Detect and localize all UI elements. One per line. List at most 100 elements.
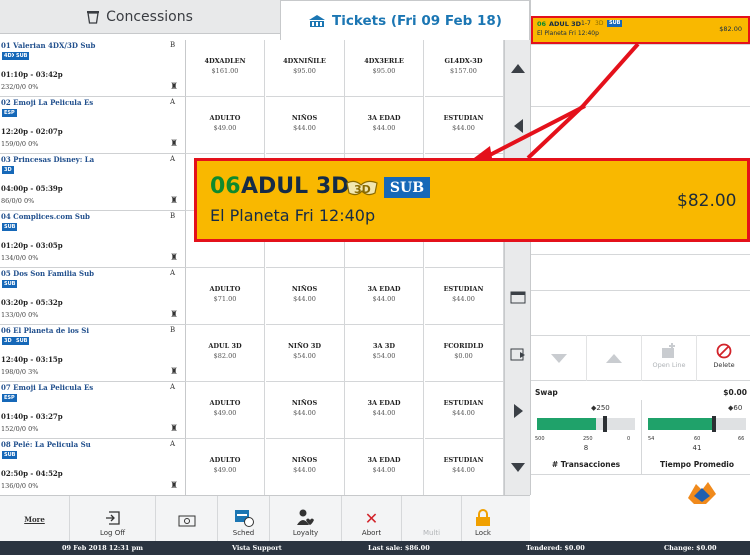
- seat-icon: ♜: [170, 139, 179, 149]
- order-panel: Open Line Delete Swap $0.00 ◆250 500 250…: [530, 0, 750, 504]
- gauge-tick: 60: [694, 436, 701, 442]
- movie-item[interactable]: 04 Complices.com Sub B 01:20p - 03:05p 134/…: [0, 211, 186, 268]
- ticket-type-price: $54.00: [293, 352, 316, 360]
- ticket-type-button[interactable]: 4DXADLEN $161.00: [186, 40, 265, 97]
- selected-order-line[interactable]: 06 ADUL 3D 1-7 3D SUB El Planeta Fri 12:…: [531, 16, 750, 44]
- movie-item[interactable]: 03 Princesas Disney: La A 04:00p - 05:39p 8…: [0, 154, 186, 211]
- movie-format-tag: 3D: [2, 337, 14, 345]
- ticket-type-label: ADULTO: [209, 399, 241, 407]
- ticket-type-button[interactable]: 3A EDAD $44.00: [345, 97, 424, 154]
- ticket-type-button[interactable]: 3A 3D $54.00: [345, 325, 424, 382]
- calendar-button[interactable]: [505, 268, 531, 325]
- movie-item[interactable]: 05 Dos Son Familia Sub A 03:20p - 05:32p 13…: [0, 268, 186, 325]
- movie-format-tag: 3D: [2, 166, 14, 174]
- move-up-button[interactable]: [586, 335, 641, 381]
- movie-item[interactable]: 06 El Planeta de los Si B 12:40p - 03:15p 1…: [0, 325, 186, 382]
- abort-x-icon: ✕: [364, 509, 379, 528]
- movie-seat-stats: 152/0/0 0%: [1, 425, 39, 433]
- ticket-type-button[interactable]: NIÑOS $44.00: [265, 382, 345, 439]
- delete-button[interactable]: Delete: [696, 335, 750, 381]
- ticket-type-button[interactable]: 3A EDAD $44.00: [345, 382, 424, 439]
- abort-label: Abort: [361, 529, 382, 537]
- movie-item[interactable]: 02 Emoji La Pelicula Es A 12:20p - 02:07p 1…: [0, 97, 186, 154]
- movie-title: 03 Princesas Disney: La: [1, 155, 95, 164]
- gauge-needle: [603, 416, 607, 432]
- movie-rating: A: [170, 98, 176, 106]
- tab-concessions[interactable]: Concessions: [0, 0, 280, 34]
- movie-rating: A: [170, 383, 176, 391]
- movie-item[interactable]: 01 Valerian 4DX/3D Sub B 01:10p - 03:42p 23…: [0, 40, 186, 97]
- swap-value: $0.00: [723, 388, 747, 397]
- ticket-type-button[interactable]: NIÑOS $44.00: [265, 97, 345, 154]
- ticket-type-button[interactable]: ADUL 3D $82.00: [186, 325, 265, 382]
- movie-rating: A: [170, 440, 176, 448]
- ticket-type-label: 3A 3D: [373, 342, 395, 350]
- triangle-up-icon: [606, 353, 622, 363]
- ticket-type-price: $44.00: [452, 409, 475, 417]
- movie-item[interactable]: 07 Emoji La Pelicula Es A 01:40p - 03:27p 1…: [0, 382, 186, 439]
- ticket-type-button[interactable]: ADULTO $49.00: [186, 439, 265, 496]
- status-support: Vista Support: [232, 544, 282, 552]
- gauge-tick: 0: [627, 436, 631, 442]
- gauge-label: Tiempo Promedio: [659, 460, 735, 469]
- line-tag: SUB: [607, 20, 623, 27]
- scroll-left-button[interactable]: [505, 97, 531, 154]
- scroll-down-button[interactable]: [505, 439, 531, 496]
- loyalty-button[interactable]: Loyalty: [270, 496, 342, 542]
- line-price: $82.00: [719, 25, 742, 33]
- multi-button[interactable]: Multi: [402, 496, 462, 542]
- line-number: 06: [537, 20, 547, 28]
- ticket-type-price: $161.00: [211, 67, 239, 75]
- movie-seat-stats: 232/0/0 0%: [1, 83, 39, 91]
- ticket-type-button[interactable]: GL4DX-3D $157.00: [424, 40, 504, 97]
- 3d-glasses-icon: 3D: [345, 177, 379, 199]
- movie-item[interactable]: 08 Pelé: La Pelicula Su A 02:50p - 04:52p 1…: [0, 439, 186, 496]
- ticket-type-button[interactable]: 3A EDAD $44.00: [345, 268, 424, 325]
- scroll-up-button[interactable]: [505, 40, 531, 97]
- movie-list: 01 Valerian 4DX/3D Sub B 01:10p - 03:42p 23…: [0, 40, 186, 496]
- ticket-type-button[interactable]: NIÑOS $44.00: [265, 439, 345, 496]
- gauge-tick: 66: [738, 436, 745, 442]
- bottom-toolbar: More Log Off Sched Loyalty ✕ Abort Multi …: [0, 495, 530, 542]
- sched-button[interactable]: Sched: [218, 496, 270, 542]
- more-button[interactable]: More: [0, 496, 70, 542]
- ticket-type-price: $44.00: [293, 124, 316, 132]
- abort-button[interactable]: ✕ Abort: [342, 496, 402, 542]
- ticket-type-button[interactable]: ADULTO $49.00: [186, 97, 265, 154]
- cash-drawer-button[interactable]: [156, 496, 218, 542]
- ticket-type-button[interactable]: ESTUDIAN $44.00: [424, 268, 504, 325]
- ticket-type-button[interactable]: NIÑO 3D $54.00: [265, 325, 345, 382]
- calendar-next-button[interactable]: [505, 325, 531, 382]
- open-line-button[interactable]: Open Line: [641, 335, 696, 381]
- cup-icon: [87, 10, 100, 24]
- scroll-right-button[interactable]: [505, 382, 531, 439]
- ticket-type-button[interactable]: 4DX3ERLE $95.00: [345, 40, 424, 97]
- ticket-type-button[interactable]: NIÑOS $44.00: [265, 268, 345, 325]
- ticket-type-button[interactable]: ADULTO $71.00: [186, 268, 265, 325]
- logout-icon: [105, 511, 120, 525]
- ticket-type-button[interactable]: 4DXNIÑILE $95.00: [265, 40, 345, 97]
- delete-label: Delete: [713, 361, 735, 369]
- gauge-track: [648, 416, 746, 432]
- ticket-type-price: $49.00: [213, 409, 237, 417]
- ticket-type-button[interactable]: ESTUDIAN $44.00: [424, 97, 504, 154]
- ticket-type-label: NIÑOS: [291, 114, 318, 122]
- move-down-button[interactable]: [531, 335, 586, 381]
- logoff-button[interactable]: Log Off: [70, 496, 156, 542]
- ticket-type-label: ESTUDIAN: [443, 285, 484, 293]
- ticket-type-price: $49.00: [213, 124, 237, 132]
- ticket-type-label: ADUL 3D: [208, 342, 242, 350]
- ticket-type-button[interactable]: ESTUDIAN $44.00: [424, 382, 504, 439]
- ticket-type-button[interactable]: ADULTO $49.00: [186, 382, 265, 439]
- movie-rating: B: [170, 326, 176, 334]
- ticket-type-button[interactable]: ESTUDIAN $44.00: [424, 439, 504, 496]
- movie-showtime: 01:20p - 03:05p: [1, 241, 63, 250]
- movie-format-tag: ESP: [2, 109, 17, 117]
- tender-button[interactable]: [684, 480, 724, 510]
- ticket-type-button[interactable]: FCORIDLD $0.00: [424, 325, 504, 382]
- ticket-type-button[interactable]: 3A EDAD $44.00: [345, 439, 424, 496]
- ticket-type-label: NIÑOS: [291, 399, 318, 407]
- tab-tickets[interactable]: Tickets (Fri 09 Feb 18): [280, 0, 530, 40]
- triangle-down-icon: [550, 353, 567, 363]
- lock-button[interactable]: Lock: [462, 496, 504, 542]
